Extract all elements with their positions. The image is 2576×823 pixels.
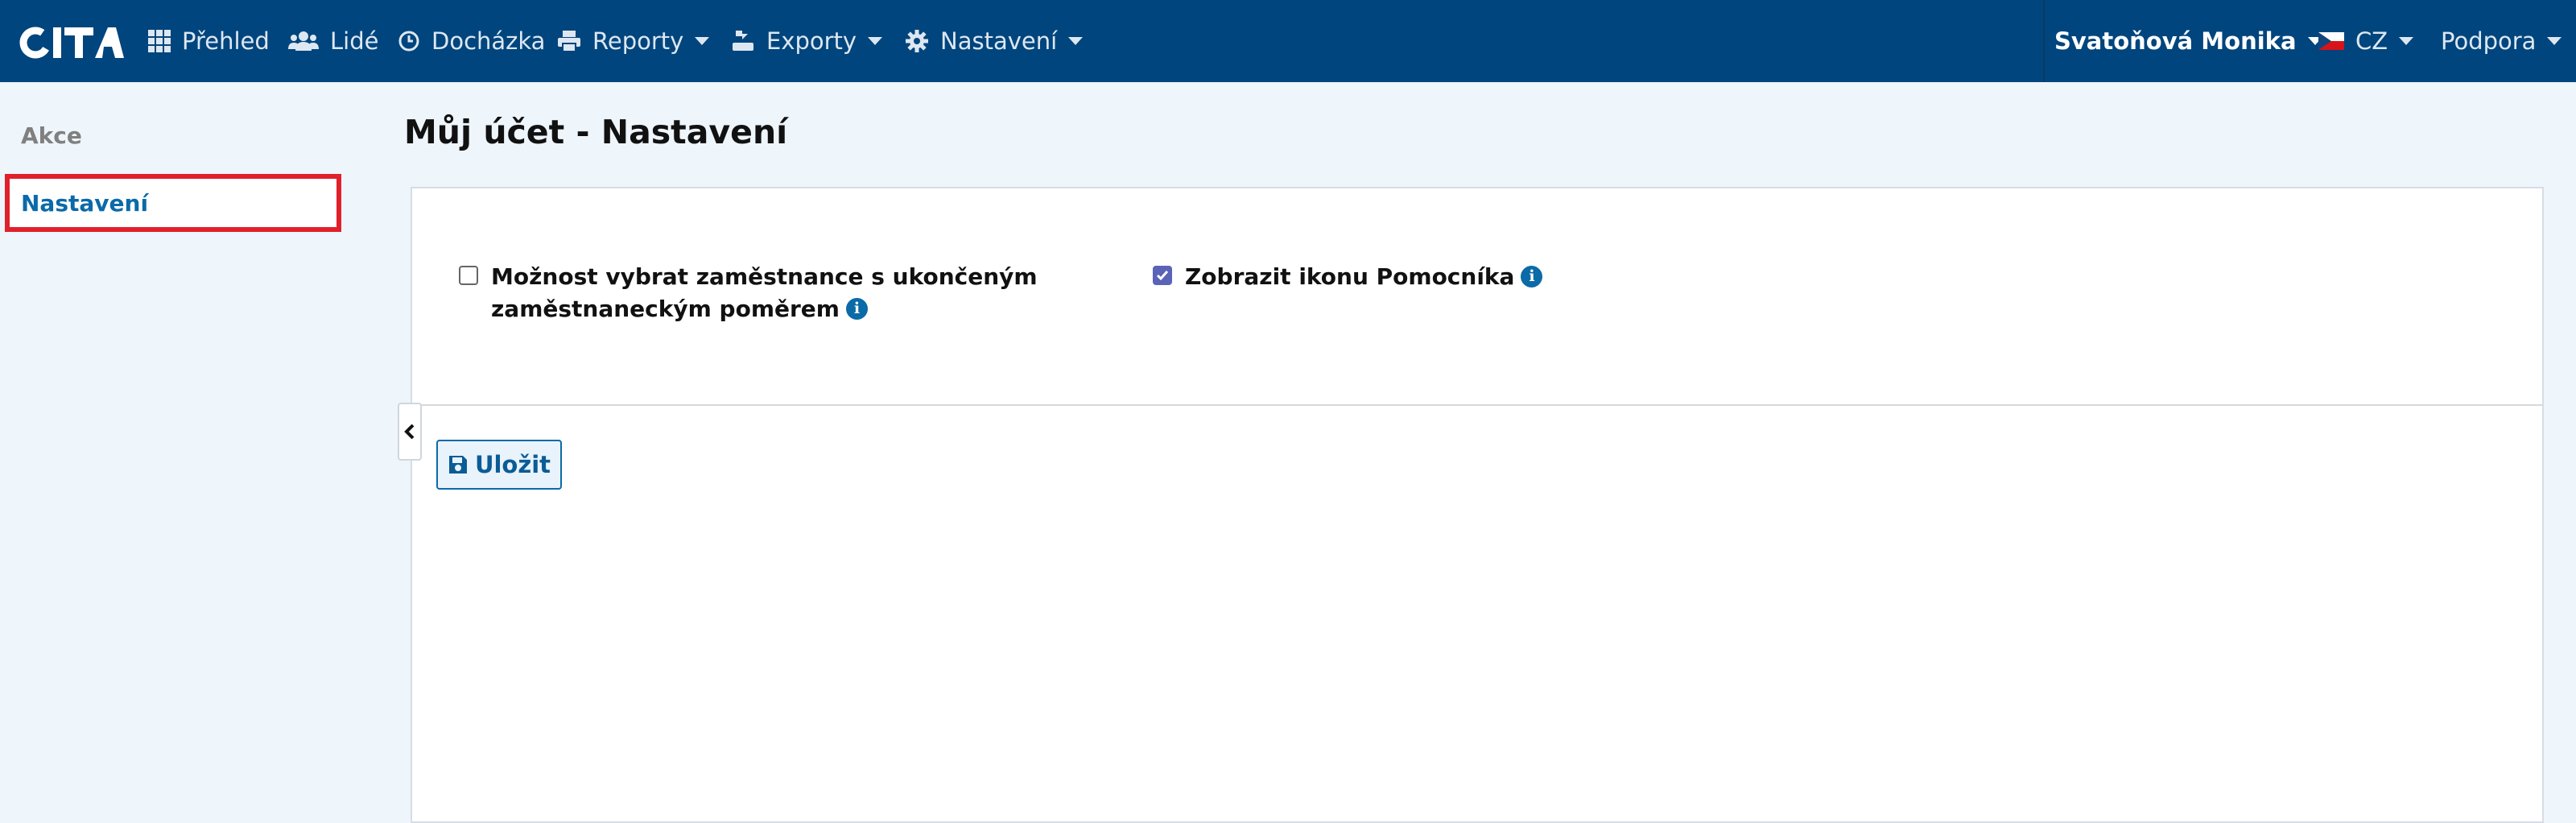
navbar-divider (2043, 0, 2045, 82)
panel-divider (412, 404, 2542, 406)
export-icon (733, 31, 753, 51)
gear-icon (906, 30, 928, 52)
sidebar-collapse-toggle[interactable] (398, 403, 422, 461)
user-name-label: Svatoňová Monika (2054, 27, 2297, 55)
sidebar-item-akce[interactable]: Akce (8, 110, 338, 161)
chevron-down-icon (868, 37, 883, 45)
chevron-down-icon (2399, 37, 2414, 45)
chevron-down-icon (2547, 37, 2562, 45)
printer-icon (558, 31, 580, 52)
sidebar-item-label: Akce (21, 122, 82, 149)
grid-icon (148, 30, 171, 52)
nav-lide[interactable]: Lidé (288, 0, 378, 82)
sidebar-item-label: Nastavení (21, 189, 149, 217)
czech-flag-icon (2318, 32, 2344, 50)
info-icon[interactable]: i (845, 297, 868, 320)
checkmark-icon (1156, 271, 1169, 281)
nav-reporty-label: Reporty (592, 27, 684, 55)
floppy-disk-icon (448, 456, 467, 474)
helper-icon-label: Zobrazit ikonu Pomocníka i (1185, 261, 1543, 293)
nav-nastaveni[interactable]: Nastavení (905, 0, 1084, 82)
sidebar-item-nastaveni[interactable]: Nastavení (5, 174, 341, 232)
nav-exporty-label: Exporty (766, 27, 857, 55)
nav-prehled-label: Přehled (182, 27, 270, 55)
nav-reporty[interactable]: Reporty (557, 0, 710, 82)
nav-lide-label: Lidé (330, 27, 379, 55)
nav-exporty[interactable]: Exporty (731, 0, 883, 82)
info-icon[interactable]: i (1521, 265, 1543, 287)
page-title: Můj účet - Nastavení (404, 113, 788, 151)
settings-panel: Možnost vybrat zaměstnance s ukončeným z… (411, 187, 2544, 823)
terminated-employees-checkbox[interactable] (459, 266, 478, 285)
logo-graphic (19, 27, 124, 59)
nav-dochazka[interactable]: Docházka (398, 0, 545, 82)
option-label-line2: zaměstnaneckým poměrem (491, 296, 840, 322)
language-label: CZ (2355, 27, 2388, 55)
helper-icon-checkbox[interactable] (1153, 266, 1172, 285)
top-navbar: Přehled Lidé Docházka Reporty Exporty Na… (0, 0, 2576, 82)
user-menu[interactable]: Svatoňová Monika (2054, 0, 2322, 82)
nav-prehled[interactable]: Přehled (148, 0, 270, 82)
save-button[interactable]: Uložit (436, 440, 562, 490)
save-button-label: Uložit (474, 451, 551, 478)
support-menu[interactable]: Podpora (2441, 0, 2562, 82)
language-menu[interactable]: CZ (2318, 0, 2414, 82)
chevron-down-icon (1068, 37, 1084, 45)
cita-logo[interactable] (18, 24, 124, 61)
chevron-left-icon (404, 424, 415, 440)
nav-nastaveni-label: Nastavení (940, 27, 1058, 55)
users-icon (288, 31, 319, 51)
option-label-line1: Zobrazit ikonu Pomocníka (1185, 263, 1515, 290)
option-show-terminated-employees: Možnost vybrat zaměstnance s ukončeným z… (459, 261, 1038, 325)
chevron-down-icon (695, 37, 710, 45)
clock-icon (398, 31, 419, 52)
option-show-helper-icon: Zobrazit ikonu Pomocníka i (1153, 261, 1543, 293)
terminated-employees-label: Možnost vybrat zaměstnance s ukončeným z… (491, 261, 1038, 325)
support-label: Podpora (2441, 27, 2537, 55)
nav-dochazka-label: Docházka (431, 27, 546, 55)
option-label-line1: Možnost vybrat zaměstnance s ukončeným (491, 263, 1038, 290)
